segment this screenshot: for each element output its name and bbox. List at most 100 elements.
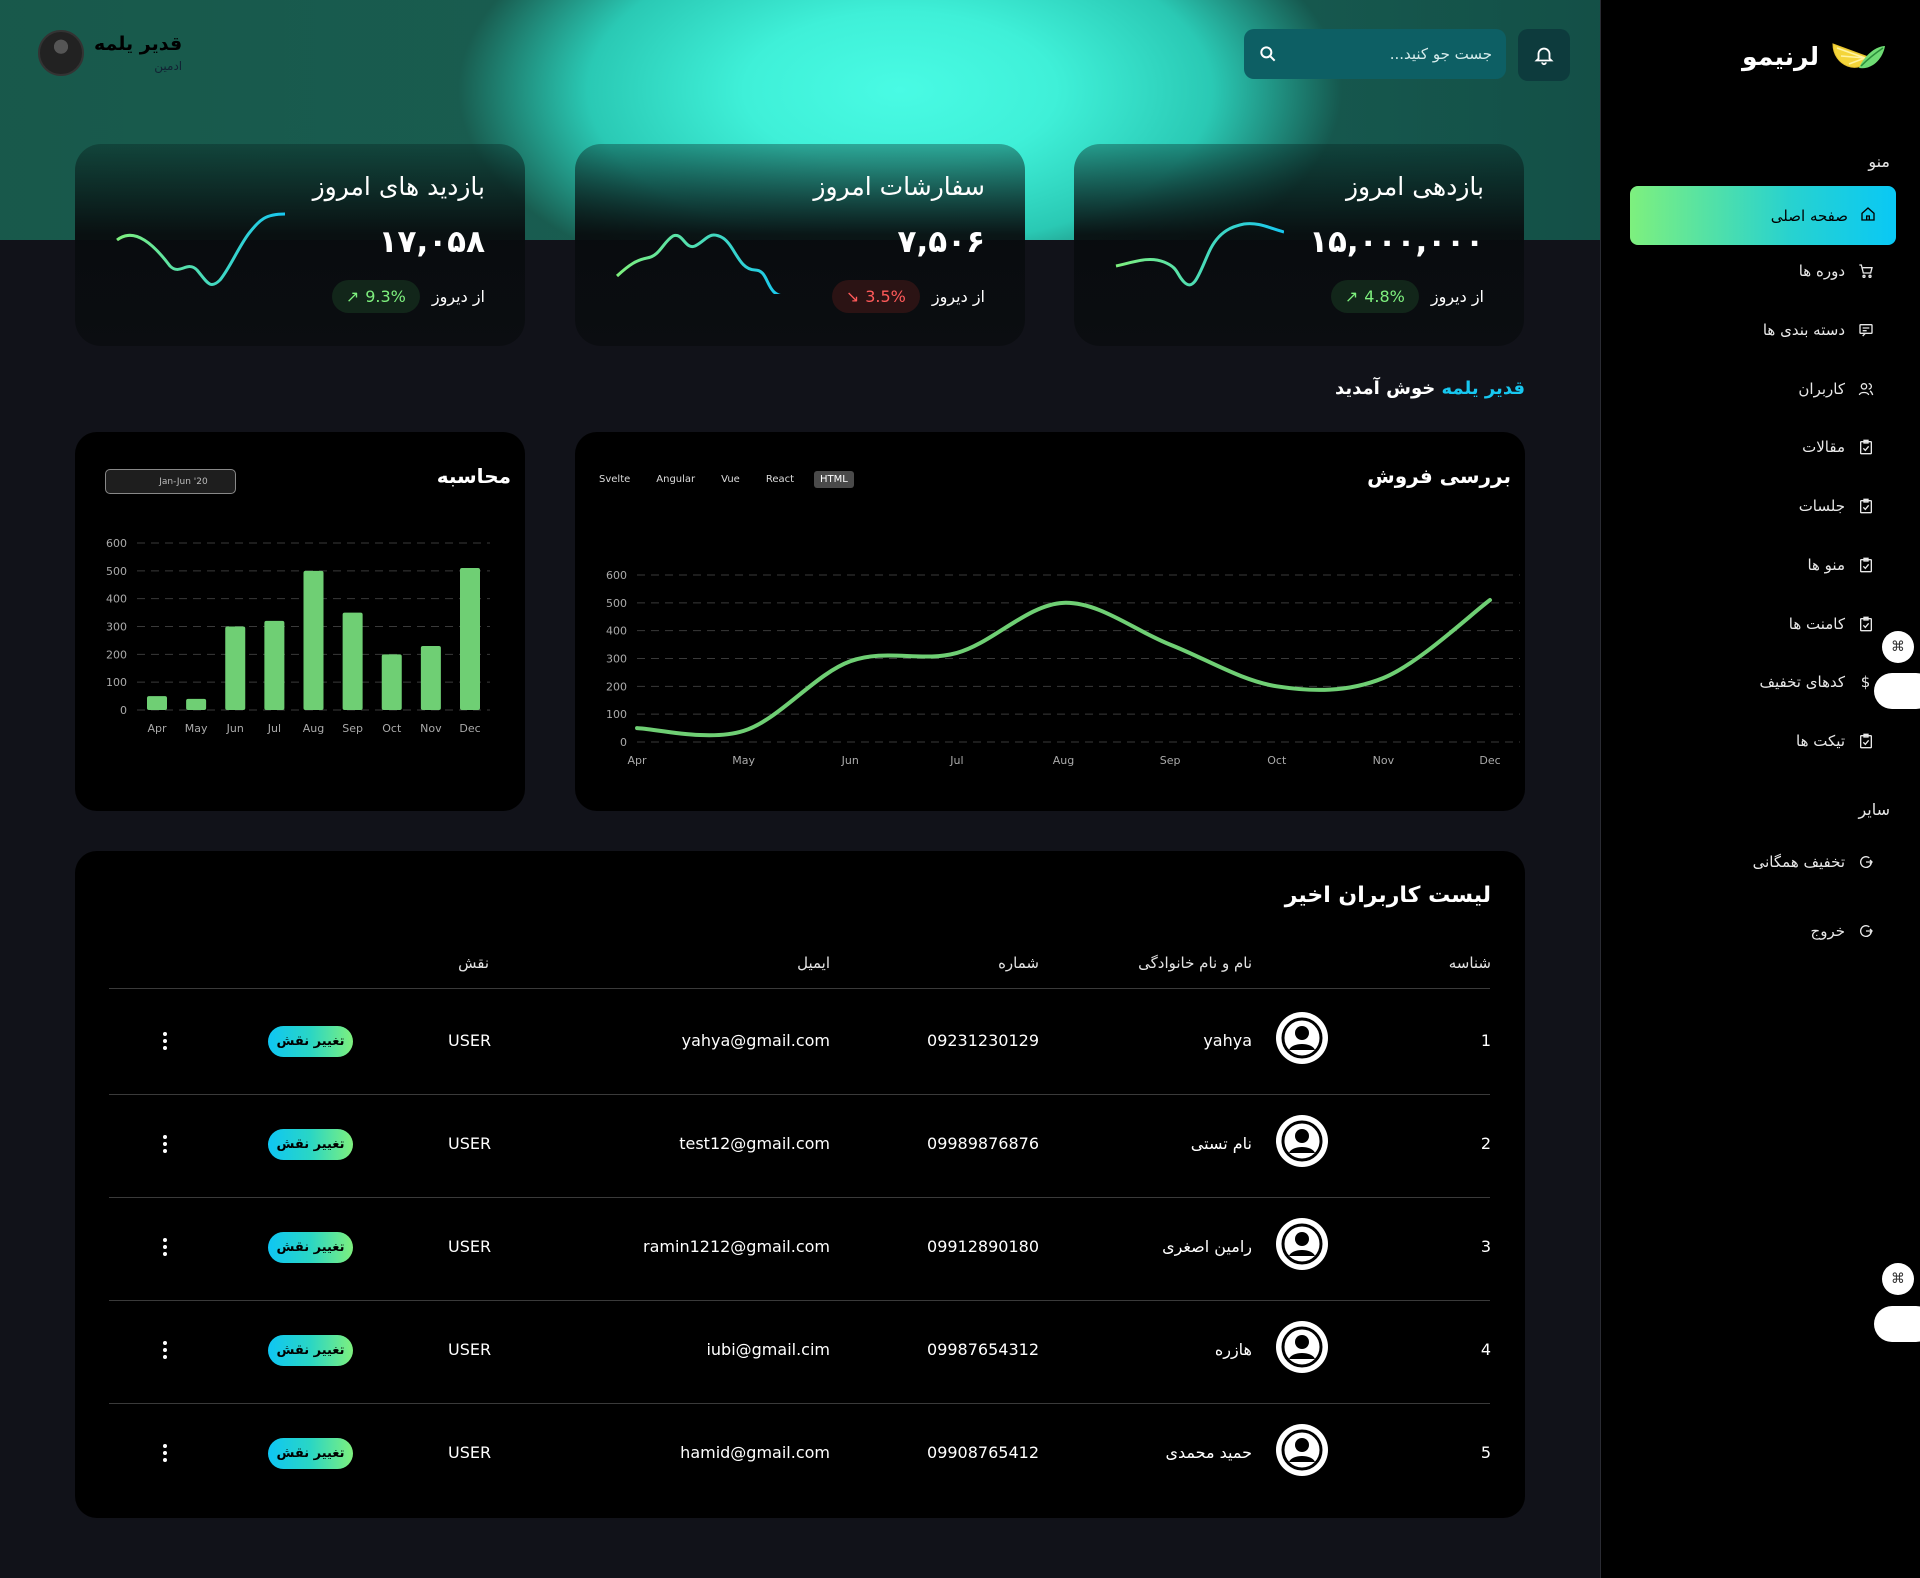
bell-icon [1534,47,1554,66]
brand-name: لرنیمو [1742,41,1819,71]
table-divider [109,988,1490,989]
x-tick-label: Apr [627,754,647,767]
bar [225,626,246,710]
bar [186,698,207,710]
users-icon [1857,381,1874,398]
clipboard-icon [1857,557,1874,574]
x-tick-label: Oct [382,722,402,735]
x-tick-label: Dec [1479,754,1500,767]
change-role-button[interactable]: تغییر نقش [268,1335,353,1366]
y-tick-label: 400 [106,593,127,606]
cell-name: رامین اصغری [1162,1237,1252,1256]
x-tick-label: Jun [841,754,859,767]
change-role-button[interactable]: تغییر نقش [268,1129,353,1160]
sparkline-chart [1115,222,1284,287]
x-tick-label: Apr [147,722,167,735]
x-tick-label: Nov [420,722,442,735]
sidebar-item-users[interactable]: کاربران [1798,380,1874,398]
sidebar-item-categories[interactable]: دسته بندی ها [1763,321,1874,339]
user-avatar-icon [1276,1115,1328,1167]
cell-phone: 09912890180 [927,1237,1039,1256]
y-tick-label: 500 [106,565,127,578]
table-row: 5 حمید محمدی 09908765412 hamid@gmail.com… [75,1403,1525,1506]
sidebar-item-home[interactable]: صفحه اصلی [1630,186,1896,245]
user-avatar-icon [1276,1321,1328,1373]
y-tick-label: 0 [620,736,627,749]
welcome-name: قدیر یلمه [1441,378,1526,399]
bar [460,568,480,710]
stat-change-badge: ↗ 9.3% [331,280,420,313]
sparkline-chart [116,212,285,286]
sidebar-item-label: منو ها [1807,556,1845,574]
stat-card-visits: بازدید های امروز ۱۷,۰۵۸ از دیروز ↗ 9.3% [75,144,525,346]
cell-name: هازره [1214,1340,1252,1359]
more-options-icon[interactable] [157,1028,173,1054]
command-icon[interactable]: ⌘ [1882,1263,1914,1295]
stat-title: بازدید های امروز [312,172,485,201]
sidebar-item-logout[interactable]: خروج [1811,922,1874,940]
search-input[interactable] [1286,45,1492,63]
change-role-button[interactable]: تغییر نقش [268,1232,353,1263]
sidebar-item-tickets[interactable]: تیکت ها [1796,732,1874,750]
more-options-icon[interactable] [157,1440,173,1466]
sidebar-item-label: تیکت ها [1796,732,1845,750]
cell-email: ramin1212@gmail.com [643,1237,830,1256]
logout-icon [1857,923,1874,940]
stat-card-orders: سفارشات امروز ۷,۵۰۶ از دیروز ↘ 3.5% [575,144,1025,346]
cell-role: USER [448,1031,492,1050]
arrow-up-right-icon: ↗ [1344,287,1359,306]
bar [381,654,402,710]
brand[interactable]: لرنیمو [1742,36,1887,76]
x-tick-label: Sep [342,722,363,735]
y-tick-label: 300 [106,621,127,634]
sales-chart-panel: بررسی فروش Svelte Angular Vue React HTML… [575,432,1525,811]
floating-toggle[interactable] [1874,1306,1920,1342]
arrow-down-right-icon: ↘ [845,287,860,306]
arrow-up-right-icon: ↗ [345,287,360,306]
cell-id: 1 [1480,1031,1491,1050]
sidebar-item-sessions[interactable]: جلسات [1799,497,1874,515]
cell-email: hamid@gmail.com [680,1443,830,1462]
cell-id: 2 [1480,1134,1491,1153]
cell-role: USER [448,1237,492,1256]
user-avatar-icon [1276,1424,1328,1476]
sidebar-item-articles[interactable]: مقالات [1802,438,1874,456]
x-tick-label: Dec [459,722,480,735]
cell-phone: 09989876876 [927,1134,1039,1153]
cell-email: test12@gmail.com [679,1134,830,1153]
stat-change-badge: ↗ 4.8% [1330,280,1419,313]
clipboard-icon [1857,498,1874,515]
sidebar-item-label: کامنت ها [1788,615,1845,633]
x-tick-label: Aug [303,722,324,735]
command-icon[interactable]: ⌘ [1882,631,1914,663]
clipboard-icon [1857,439,1874,456]
more-options-icon[interactable] [157,1234,173,1260]
sidebar-item-comments[interactable]: کامنت ها [1789,615,1874,633]
cell-email: yahya@gmail.com [681,1031,830,1050]
cell-role: USER [448,1134,492,1153]
stat-since: از دیروز [931,287,985,306]
x-tick-label: Jun [226,722,244,735]
change-role-button[interactable]: تغییر نقش [268,1438,353,1469]
sidebar-item-label: جلسات [1798,497,1845,515]
user-profile[interactable]: قدیر یلمه ادمین [38,30,182,76]
sidebar-item-courses[interactable]: دوره ها [1799,262,1874,280]
y-tick-label: 200 [106,648,127,661]
notification-button[interactable] [1518,29,1570,81]
sidebar-item-menus[interactable]: منو ها [1807,556,1874,574]
more-options-icon[interactable] [157,1337,173,1363]
sparkline-chart [615,233,783,294]
welcome-message: قدیر یلمه خوش آمدید [1335,378,1525,399]
column-header-email: ایمیل [797,954,830,972]
more-options-icon[interactable] [157,1131,173,1157]
clipboard-icon [1857,616,1874,633]
sales-line-chart: 0 100 200 300 400 500 600 Apr May Jun Jul Aug Sep Oct… [606,569,1520,767]
stat-since: از دیروز [1430,287,1484,306]
sidebar-item-global-discount[interactable]: تخفیف همگانی [1753,853,1874,871]
column-header-role: نقش [458,954,489,972]
sidebar-item-discount-codes[interactable]: $ کدهای تخفیف [1759,673,1874,691]
change-role-button[interactable]: تغییر نقش [268,1026,353,1057]
welcome-text: خوش آمدید [1334,378,1436,399]
floating-toggle[interactable] [1874,673,1920,709]
search-icon[interactable] [1258,44,1278,64]
